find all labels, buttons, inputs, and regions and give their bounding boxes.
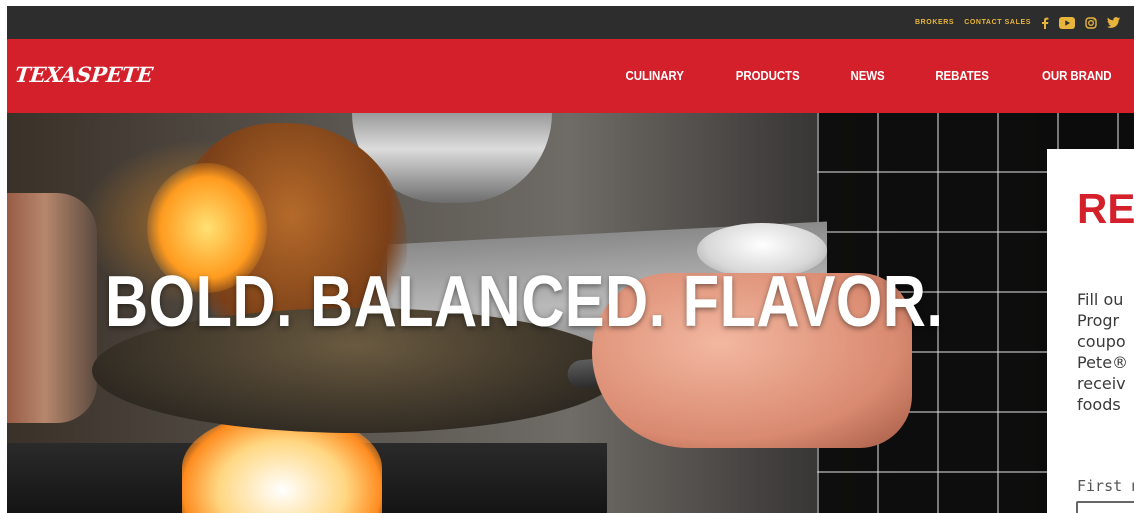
main-navigation: TEXASPETE CULINARY PRODUCTS NEWS REBATES… — [7, 39, 1134, 113]
brokers-link[interactable]: BROKERS — [915, 19, 954, 26]
instagram-icon[interactable] — [1085, 16, 1097, 29]
facebook-icon[interactable] — [1041, 17, 1049, 29]
hero-section: BOLD. BALANCED. FLAVOR. — [7, 113, 1134, 513]
form-description-line: foods — [1077, 395, 1121, 414]
first-name-label: First n — [1077, 477, 1134, 495]
browser-viewport: BROKERS CONTACT SALES TEXASPETE CULINARY… — [7, 6, 1134, 513]
utility-bar: BROKERS CONTACT SALES — [7, 6, 1134, 39]
nav-item-culinary[interactable]: CULINARY — [625, 69, 683, 83]
first-name-input[interactable] — [1076, 501, 1134, 513]
nav-item-our-brand[interactable]: OUR BRAND — [1042, 69, 1112, 83]
nav-menu: CULINARY PRODUCTS NEWS REBATES OUR BRAND — [576, 39, 1114, 113]
hero-headline: BOLD. BALANCED. FLAVOR. — [105, 262, 944, 342]
form-description-line: Fill ou — [1077, 290, 1124, 309]
nav-item-news[interactable]: NEWS — [851, 69, 885, 83]
pot-image — [7, 193, 97, 423]
form-heading: RE — [1077, 185, 1134, 232]
nav-item-rebates[interactable]: REBATES — [936, 69, 990, 83]
twitter-icon[interactable] — [1107, 17, 1120, 28]
form-description: Fill ou Progr coupo Pete® receiv foods — [1077, 289, 1134, 415]
form-description-line: receiv — [1077, 374, 1126, 393]
youtube-icon[interactable] — [1059, 16, 1075, 29]
contact-sales-link[interactable]: CONTACT SALES — [964, 19, 1031, 26]
form-description-line: Progr — [1077, 311, 1120, 330]
nav-item-products[interactable]: PRODUCTS — [736, 69, 800, 83]
form-description-line: Pete® — [1077, 353, 1129, 372]
signup-form-panel: RE Fill ou Progr coupo Pete® receiv food… — [1047, 149, 1134, 513]
texas-pete-logo[interactable]: TEXASPETE — [14, 62, 154, 87]
form-description-line: coupo — [1077, 332, 1126, 351]
